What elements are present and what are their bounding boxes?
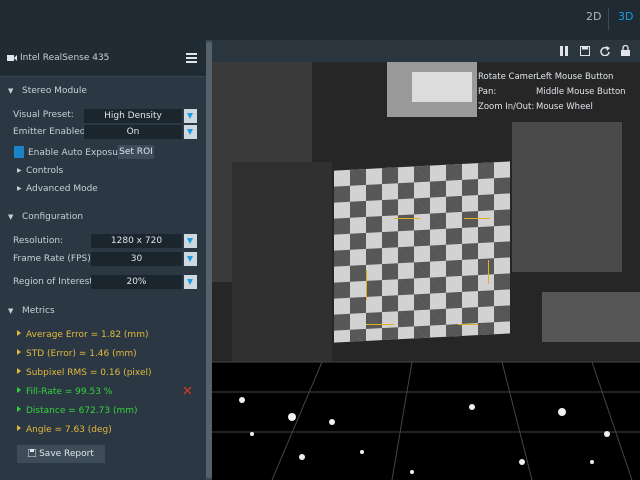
pause-icon[interactable] xyxy=(560,46,569,56)
save-snapshot-icon[interactable] xyxy=(580,46,590,56)
controls-expand-icon[interactable]: ▶ xyxy=(17,167,22,174)
roi-label: Region of Interest: xyxy=(13,277,96,287)
set-roi-button[interactable]: Set ROI xyxy=(118,145,154,159)
checkerboard-target xyxy=(334,161,510,343)
viewport-toolbar xyxy=(212,40,640,62)
metric-average-error[interactable]: Average Error = 1.82 (mm) xyxy=(17,330,148,340)
auto-exposure-label: Enable Auto Exposure xyxy=(28,148,127,158)
roi-bracket xyxy=(366,270,367,300)
configuration-section-title[interactable]: Configuration xyxy=(22,212,83,222)
stereo-collapse-icon[interactable]: ▼ xyxy=(8,87,13,95)
resolution-label: Resolution: xyxy=(13,236,64,246)
refresh-icon[interactable] xyxy=(600,46,610,56)
help-zoom-action: Zoom In/Out: xyxy=(478,102,535,112)
metric-subpixel-rms[interactable]: Subpixel RMS = 0.16 (pixel) xyxy=(17,368,152,378)
visual-preset-dropdown-icon[interactable] xyxy=(184,109,197,123)
auto-exposure-checkbox[interactable] xyxy=(14,146,24,158)
roi-bracket xyxy=(366,324,394,325)
visual-preset-select[interactable]: High Density xyxy=(84,109,182,123)
advanced-mode-label[interactable]: Advanced Mode xyxy=(26,184,98,194)
metric-angle[interactable]: Angle = 7.63 (deg) xyxy=(17,425,112,435)
emitter-select[interactable]: On xyxy=(84,125,182,139)
fps-dropdown-icon[interactable] xyxy=(184,252,197,266)
metric-distance[interactable]: Distance = 672.73 (mm) xyxy=(17,406,138,416)
save-icon xyxy=(27,448,37,458)
top-bar xyxy=(0,0,640,40)
metrics-collapse-icon[interactable]: ▼ xyxy=(8,307,13,315)
view-2d-toggle[interactable]: 2D xyxy=(586,10,601,23)
menu-icon[interactable] xyxy=(186,52,197,63)
visual-preset-label: Visual Preset: xyxy=(13,110,74,120)
roi-bracket xyxy=(488,260,489,284)
help-pan-action: Pan: xyxy=(478,87,497,97)
lock-icon[interactable] xyxy=(621,45,630,56)
fps-select[interactable]: 30 xyxy=(91,252,182,266)
roi-bracket xyxy=(458,324,478,325)
emitter-dropdown-icon[interactable] xyxy=(184,125,197,139)
roi-bracket xyxy=(464,218,490,219)
roi-dropdown-icon[interactable] xyxy=(184,275,197,289)
roi-select[interactable]: 20% xyxy=(91,275,182,289)
help-pan-binding: Middle Mouse Button xyxy=(536,87,626,97)
close-metric-icon[interactable] xyxy=(183,386,192,395)
point-cloud-view[interactable]: Rotate Camer Left Mouse Button Pan: Midd… xyxy=(212,62,640,480)
help-zoom-binding: Mouse Wheel xyxy=(536,102,593,112)
camera-icon xyxy=(7,55,17,61)
resolution-select[interactable]: 1280 x 720 xyxy=(91,234,182,248)
fps-label: Frame Rate (FPS): xyxy=(13,254,94,264)
resolution-dropdown-icon[interactable] xyxy=(184,234,197,248)
roi-bracket xyxy=(394,218,420,219)
metric-std-error[interactable]: STD (Error) = 1.46 (mm) xyxy=(17,349,137,359)
help-rotate-binding: Left Mouse Button xyxy=(536,72,614,82)
emitter-label: Emitter Enabled: xyxy=(13,127,89,137)
device-name: Intel RealSense 435 xyxy=(20,53,110,63)
metric-fill-rate[interactable]: Fill-Rate = 99.53 % xyxy=(17,387,112,397)
help-rotate-action: Rotate Camer xyxy=(478,72,537,82)
view-3d-toggle[interactable]: 3D xyxy=(618,10,633,23)
stereo-section-title[interactable]: Stereo Module xyxy=(22,86,87,96)
viewport-3d[interactable]: Rotate Camer Left Mouse Button Pan: Midd… xyxy=(212,40,640,480)
advanced-expand-icon[interactable]: ▶ xyxy=(17,185,22,192)
metrics-section-title[interactable]: Metrics xyxy=(22,306,55,316)
configuration-collapse-icon[interactable]: ▼ xyxy=(8,213,13,221)
controls-label[interactable]: Controls xyxy=(26,166,63,176)
toggle-divider xyxy=(608,8,609,30)
save-report-button[interactable]: Save Report xyxy=(17,445,105,463)
